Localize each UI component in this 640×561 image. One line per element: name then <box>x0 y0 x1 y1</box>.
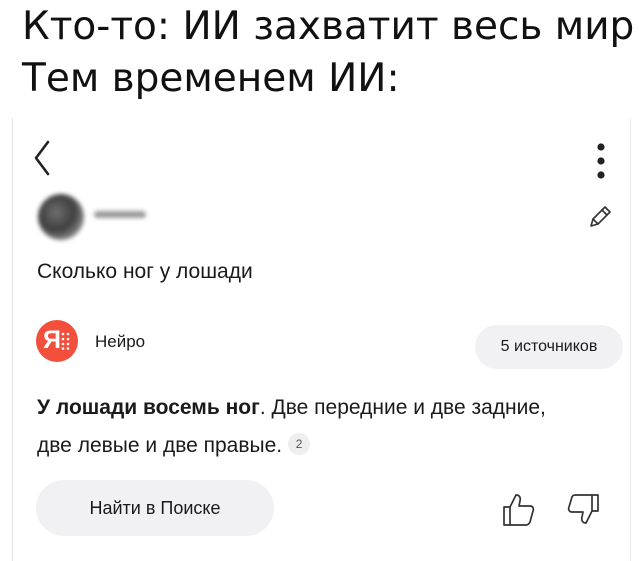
answer-text: У лошади восемь ног. Две передние и две … <box>37 389 617 465</box>
author-avatar[interactable] <box>38 194 84 240</box>
more-vertical-icon <box>597 143 605 179</box>
back-button[interactable] <box>28 138 58 178</box>
neuro-logo: Я <box>36 320 78 362</box>
question-text: Сколько ног у лошади <box>37 260 253 283</box>
edit-button[interactable] <box>585 202 615 232</box>
answer-bold: У лошади восемь ног <box>37 396 260 419</box>
screenshot-border-right <box>630 118 631 561</box>
answer-rest: . Две передние и две задние, <box>259 396 546 419</box>
answer-line-1: У лошади восемь ног. Две передние и две … <box>37 389 617 427</box>
like-button[interactable] <box>496 487 540 531</box>
dots-icon <box>61 332 70 350</box>
more-options-button[interactable] <box>586 140 616 182</box>
meme-caption-line-1: Кто-то: ИИ захватит весь мир <box>22 4 635 49</box>
thumbs-down-icon <box>567 494 599 524</box>
pencil-icon <box>590 206 611 227</box>
screenshot-border-left <box>12 118 13 561</box>
answer-line-2: две левые и две правые. 2 <box>37 427 617 465</box>
chevron-left-icon <box>34 140 50 176</box>
meme-caption-line-2: Тем временем ИИ: <box>22 56 400 101</box>
neuro-logo-letter: Я <box>43 326 61 354</box>
dislike-button[interactable] <box>562 487 606 531</box>
citation-badge[interactable]: 2 <box>288 433 311 456</box>
sources-button[interactable]: 5 источников <box>475 325 623 369</box>
neuro-name: Нейро <box>95 332 146 351</box>
thumbs-up-icon <box>503 494 535 526</box>
answer-line-2-text: две левые и две правые. <box>37 434 283 457</box>
author-name-blurred <box>94 211 146 218</box>
search-button[interactable]: Найти в Поиске <box>36 480 274 536</box>
